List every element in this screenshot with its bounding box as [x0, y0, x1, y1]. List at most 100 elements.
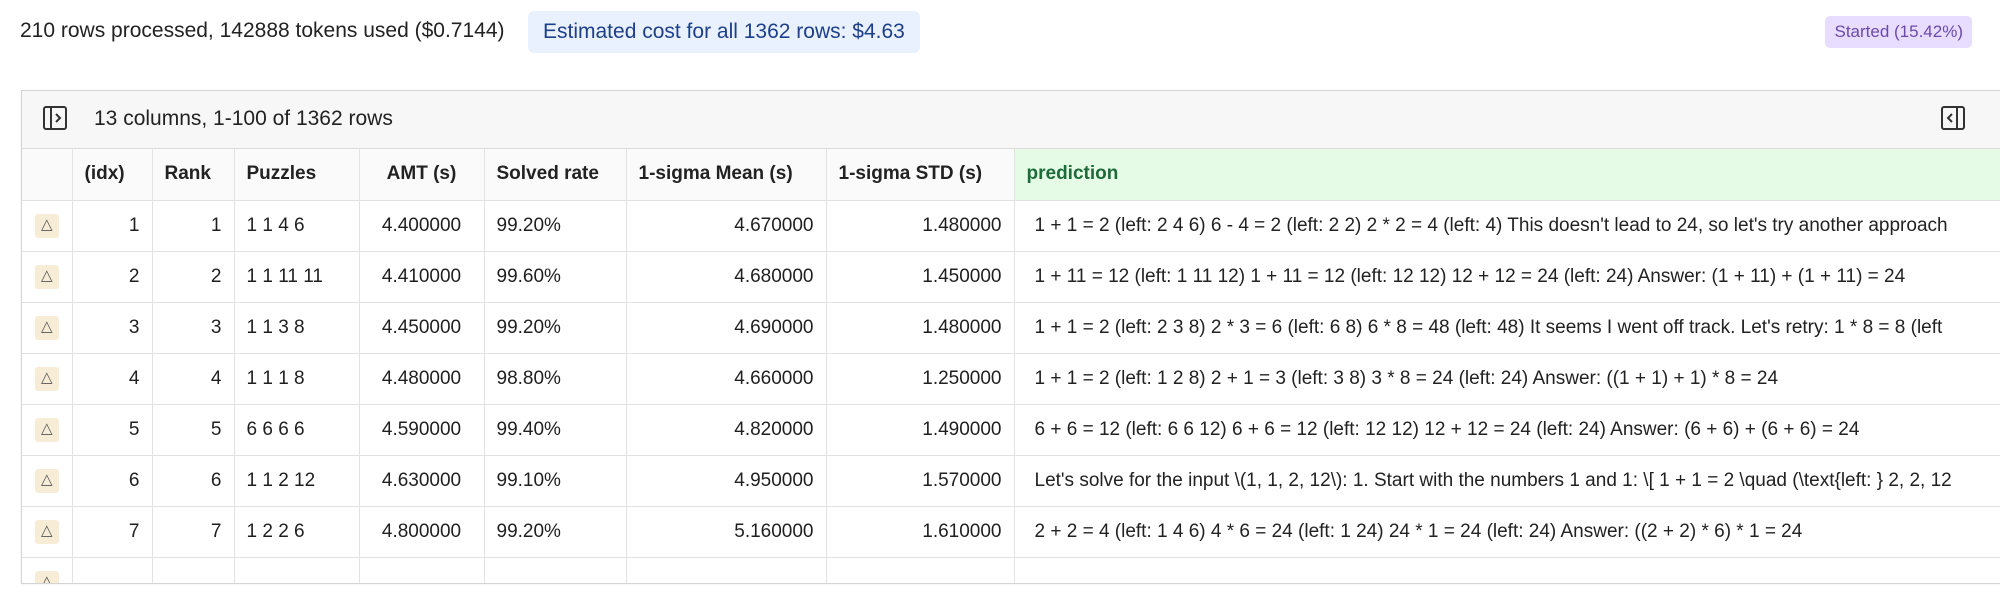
column-header-prediction[interactable]: prediction — [1014, 149, 2000, 201]
column-header-mean[interactable]: 1-sigma Mean (s) — [626, 149, 827, 201]
expand-triangle-icon[interactable]: △ — [34, 367, 59, 391]
table-row[interactable]: △ 3 3 1 1 3 8 4.450000 99.20% 4.690000 1.480000… — [22, 302, 2000, 354]
data-table: (idx) Rank Puzzles AMT (s) Solved rate 1… — [22, 149, 2000, 583]
cell-prediction: 6 + 6 = 12 (left: 6 6 12) 6 + 6 = 12 (le… — [1014, 404, 2000, 456]
cell-solved-rate: 99.60% — [484, 251, 627, 303]
column-header-solved-rate[interactable]: Solved rate — [484, 149, 627, 201]
cell-amt: 4.480000 — [359, 353, 485, 405]
cell-std: 1.250000 — [826, 353, 1015, 405]
cell-mean: 5.160000 — [626, 506, 827, 558]
cell-std: 1.480000 — [826, 200, 1015, 252]
cell-std: 1.490000 — [826, 404, 1015, 456]
expand-triangle-icon[interactable]: △ — [34, 571, 59, 583]
expand-triangle-icon[interactable]: △ — [34, 520, 59, 544]
cell-prediction: Let's solve for the input \(1, 1, 2, 12\… — [1014, 455, 2000, 507]
cell-puzzles — [234, 557, 360, 583]
cell-puzzles: 1 1 2 12 — [234, 455, 360, 507]
row-expand-cell[interactable]: △ — [22, 557, 73, 583]
cell-amt: 4.410000 — [359, 251, 485, 303]
cell-prediction: 1 + 1 = 2 (left: 2 3 8) 2 * 3 = 6 (left:… — [1014, 302, 2000, 354]
cell-idx: 4 — [72, 353, 153, 405]
cell-mean: 4.670000 — [626, 200, 827, 252]
cell-puzzles: 1 1 3 8 — [234, 302, 360, 354]
column-header-rank[interactable]: Rank — [152, 149, 235, 201]
expand-triangle-icon[interactable]: △ — [34, 265, 59, 289]
cell-std: 1.610000 — [826, 506, 1015, 558]
cell-rank: 5 — [152, 404, 235, 456]
row-expand-cell[interactable]: △ — [22, 200, 73, 252]
panel-collapse-right-icon[interactable] — [1940, 105, 1966, 131]
status-bar: 210 rows processed, 142888 tokens used (… — [0, 0, 2000, 64]
cell-mean — [626, 557, 827, 583]
cell-idx — [72, 557, 153, 583]
cell-amt — [359, 557, 485, 583]
cell-mean: 4.660000 — [626, 353, 827, 405]
column-header-amt[interactable]: AMT (s) — [359, 149, 485, 201]
cell-mean: 4.820000 — [626, 404, 827, 456]
cell-solved-rate: 99.20% — [484, 200, 627, 252]
cell-amt: 4.590000 — [359, 404, 485, 456]
cell-rank: 3 — [152, 302, 235, 354]
expand-triangle-icon[interactable]: △ — [34, 214, 59, 238]
cell-puzzles: 1 1 11 11 — [234, 251, 360, 303]
cell-std: 1.480000 — [826, 302, 1015, 354]
table-row[interactable]: △ 6 6 1 1 2 12 4.630000 99.10% 4.950000 1.57000… — [22, 455, 2000, 507]
cell-idx: 3 — [72, 302, 153, 354]
cell-idx: 7 — [72, 506, 153, 558]
column-header-idx[interactable]: (idx) — [72, 149, 153, 201]
cell-solved-rate: 99.20% — [484, 302, 627, 354]
header-row: (idx) Rank Puzzles AMT (s) Solved rate 1… — [22, 149, 2000, 201]
column-header-puzzles[interactable]: Puzzles — [234, 149, 360, 201]
table-row[interactable]: △ 7 7 1 2 2 6 4.800000 99.20% 5.160000 1.610000… — [22, 506, 2000, 558]
row-expand-cell[interactable]: △ — [22, 353, 73, 405]
cell-amt: 4.800000 — [359, 506, 485, 558]
status-badge: Started (15.42%) — [1825, 16, 1972, 48]
cell-solved-rate: 98.80% — [484, 353, 627, 405]
cell-puzzles: 1 1 1 8 — [234, 353, 360, 405]
panel-collapse-left-icon[interactable] — [42, 105, 68, 131]
expand-triangle-icon[interactable]: △ — [34, 469, 59, 493]
cell-rank: 6 — [152, 455, 235, 507]
table-row[interactable]: △ 1 1 1 1 4 6 4.400000 99.20% 4.670000 1.480000… — [22, 200, 2000, 252]
cell-solved-rate: 99.10% — [484, 455, 627, 507]
row-expand-cell[interactable]: △ — [22, 302, 73, 354]
estimated-cost-badge: Estimated cost for all 1362 rows: $4.63 — [528, 11, 920, 53]
cell-prediction: 2 + 2 = 4 (left: 1 4 6) 4 * 6 = 24 (left… — [1014, 506, 2000, 558]
cell-amt: 4.400000 — [359, 200, 485, 252]
cell-rank: 1 — [152, 200, 235, 252]
expand-triangle-icon[interactable]: △ — [34, 418, 59, 442]
cell-std: 1.450000 — [826, 251, 1015, 303]
cell-prediction: 1 + 11 = 12 (left: 1 11 12) 1 + 11 = 12 … — [1014, 251, 2000, 303]
cell-amt: 4.630000 — [359, 455, 485, 507]
cell-idx: 2 — [72, 251, 153, 303]
cell-rank: 7 — [152, 506, 235, 558]
cell-idx: 5 — [72, 404, 153, 456]
row-expand-cell[interactable]: △ — [22, 506, 73, 558]
expand-triangle-icon[interactable]: △ — [34, 316, 59, 340]
table-row[interactable]: △ — [22, 557, 2000, 583]
cell-puzzles: 1 2 2 6 — [234, 506, 360, 558]
cell-puzzles: 6 6 6 6 — [234, 404, 360, 456]
cell-mean: 4.680000 — [626, 251, 827, 303]
cell-idx: 6 — [72, 455, 153, 507]
cell-rank: 2 — [152, 251, 235, 303]
grid-header-bar: 13 columns, 1-100 of 1362 rows — [22, 91, 2000, 149]
cell-amt: 4.450000 — [359, 302, 485, 354]
cell-idx: 1 — [72, 200, 153, 252]
column-header-std[interactable]: 1-sigma STD (s) — [826, 149, 1015, 201]
row-expand-cell[interactable]: △ — [22, 404, 73, 456]
cell-prediction: 1 + 1 = 2 (left: 1 2 8) 2 + 1 = 3 (left:… — [1014, 353, 2000, 405]
cell-rank — [152, 557, 235, 583]
grid-summary: 13 columns, 1-100 of 1362 rows — [94, 107, 393, 130]
data-grid-panel: 13 columns, 1-100 of 1362 rows (idx) Ran… — [21, 90, 2000, 584]
cell-rank: 4 — [152, 353, 235, 405]
cell-solved-rate: 99.20% — [484, 506, 627, 558]
table-row[interactable]: △ 5 5 6 6 6 6 4.590000 99.40% 4.820000 1.490000… — [22, 404, 2000, 456]
row-expand-cell[interactable]: △ — [22, 251, 73, 303]
row-expand-cell[interactable]: △ — [22, 455, 73, 507]
table-row[interactable]: △ 4 4 1 1 1 8 4.480000 98.80% 4.660000 1.250000… — [22, 353, 2000, 405]
cell-std — [826, 557, 1015, 583]
progress-text: 210 rows processed, 142888 tokens used (… — [20, 19, 505, 42]
table-row[interactable]: △ 2 2 1 1 11 11 4.410000 99.60% 4.680000 1.4500… — [22, 251, 2000, 303]
cell-solved-rate — [484, 557, 627, 583]
